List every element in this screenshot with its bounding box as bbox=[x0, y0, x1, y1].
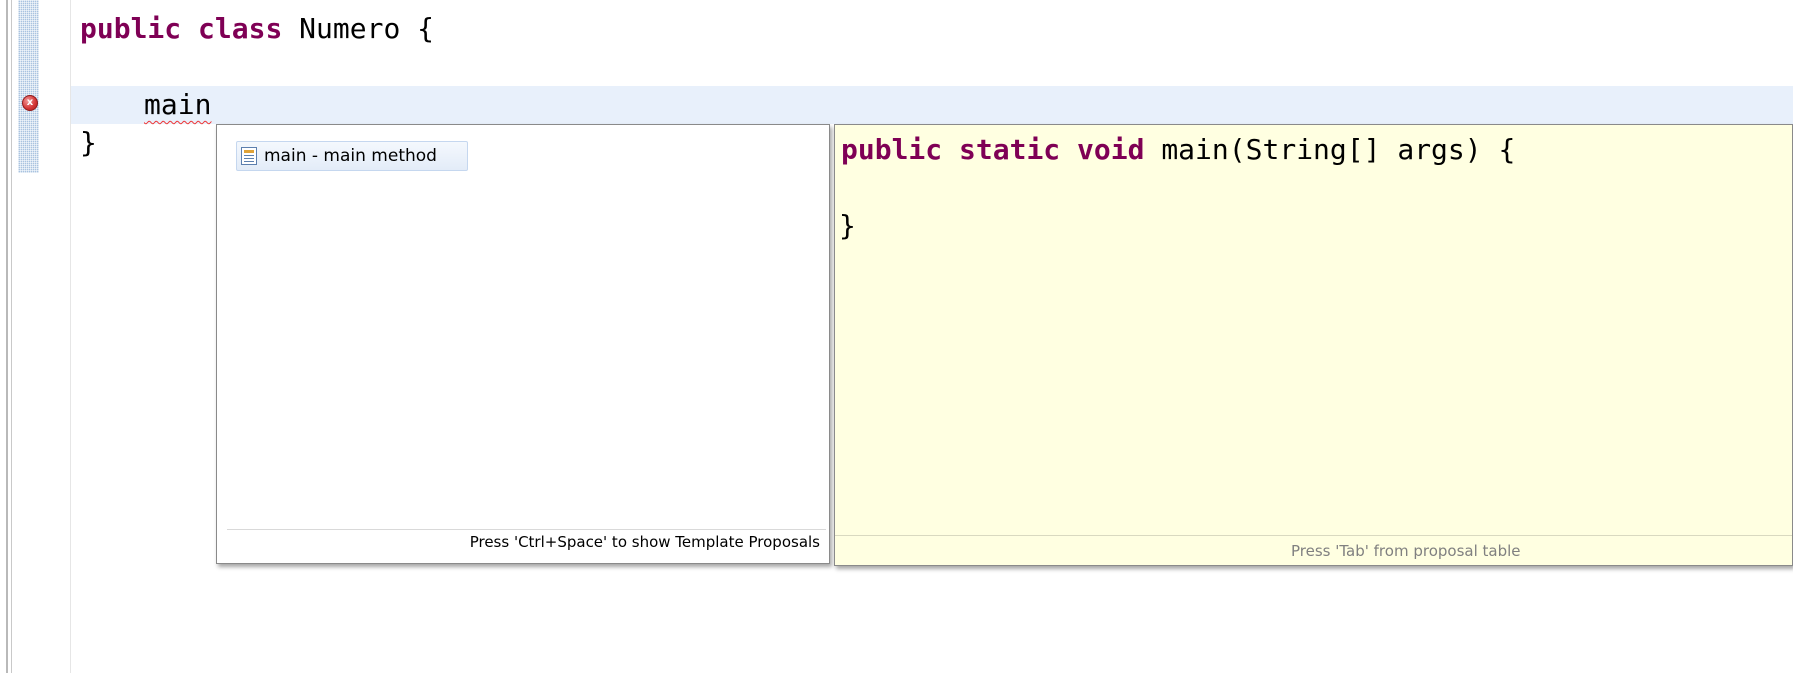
proposal-info-popup[interactable]: public static void main(String[] args) {… bbox=[834, 124, 1793, 566]
current-line-highlight bbox=[71, 86, 1793, 124]
preview-signature-line: public static void main(String[] args) { bbox=[841, 131, 1515, 169]
window-border bbox=[6, 0, 8, 673]
code-line-typed[interactable]: main bbox=[144, 86, 211, 124]
keyword-class: class bbox=[198, 12, 283, 45]
error-icon[interactable]: x bbox=[22, 95, 38, 111]
code-line-class-declaration[interactable]: public class Numero { bbox=[80, 10, 434, 48]
keyword-void: void bbox=[1077, 133, 1145, 166]
keyword-public: public bbox=[841, 133, 943, 166]
keyword-public: public bbox=[80, 12, 182, 45]
preview-closing-brace: } bbox=[839, 209, 856, 242]
quick-diff-ruler[interactable] bbox=[18, 0, 39, 173]
window-border-inner bbox=[11, 0, 12, 673]
java-editor[interactable]: x public class Numero { main } main - ma… bbox=[0, 0, 1793, 673]
template-doc-icon bbox=[241, 147, 257, 165]
code-line-closing-brace[interactable]: } bbox=[80, 124, 97, 162]
proposal-item-main[interactable]: main - main method bbox=[236, 141, 468, 171]
content-assist-popup[interactable]: main - main method Press 'Ctrl+Space' to… bbox=[216, 124, 830, 564]
proposal-footer-hint: Press 'Ctrl+Space' to show Template Prop… bbox=[227, 529, 826, 554]
proposal-item-label: main - main method bbox=[264, 146, 437, 166]
info-footer-hint: Press 'Tab' from proposal table bbox=[835, 535, 1792, 565]
method-signature: main(String[] args) { bbox=[1161, 133, 1516, 166]
typed-identifier: main bbox=[144, 88, 212, 121]
class-name: Numero { bbox=[299, 12, 435, 45]
keyword-static: static bbox=[959, 133, 1061, 166]
closing-brace: } bbox=[80, 126, 97, 159]
